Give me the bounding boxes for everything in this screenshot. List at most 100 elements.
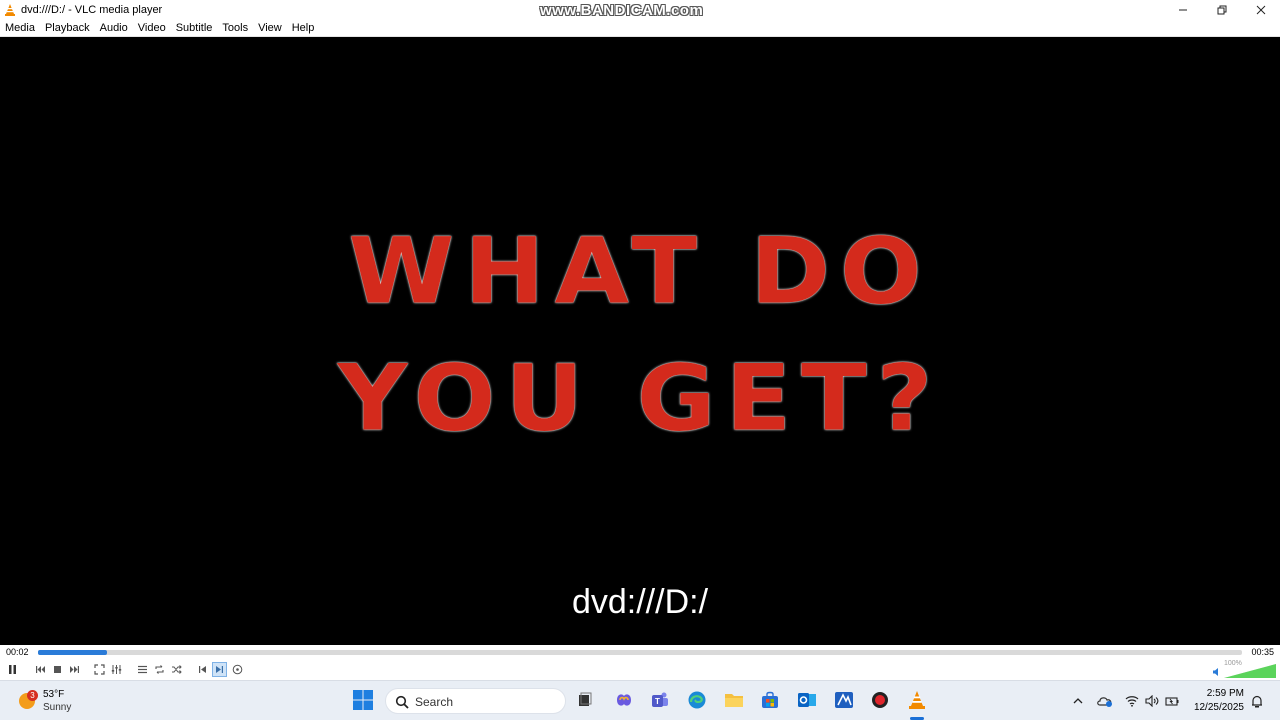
wifi-icon bbox=[1125, 696, 1139, 707]
menu-video[interactable]: Video bbox=[133, 19, 171, 37]
teams-app[interactable]: T bbox=[649, 689, 671, 711]
task-view-icon bbox=[579, 692, 592, 706]
outlook-app[interactable] bbox=[796, 689, 818, 711]
disc-menu-icon bbox=[232, 664, 243, 675]
restore-icon bbox=[1217, 5, 1226, 14]
weather-condition: Sunny bbox=[43, 702, 72, 713]
menu-view[interactable]: View bbox=[253, 19, 287, 37]
show-hidden-icons-button[interactable] bbox=[1070, 693, 1086, 709]
pause-button[interactable] bbox=[5, 662, 20, 677]
equalizer-icon bbox=[111, 665, 122, 674]
bandicam-app[interactable] bbox=[869, 689, 891, 711]
shuffle-button[interactable] bbox=[169, 662, 184, 677]
taskbar-search[interactable]: Search bbox=[385, 688, 566, 714]
video-frame-text-line1: WHAT DO bbox=[348, 217, 932, 325]
menu-media[interactable]: Media bbox=[0, 19, 40, 37]
fullscreen-button[interactable] bbox=[92, 662, 107, 677]
video-frame-text-line2: YOU GET? bbox=[337, 344, 943, 452]
folder-icon bbox=[725, 694, 743, 707]
seek-slider-fill bbox=[38, 650, 107, 655]
loop-icon bbox=[155, 665, 164, 674]
record-icon bbox=[872, 692, 888, 708]
stop-button[interactable] bbox=[50, 662, 65, 677]
previous-button[interactable] bbox=[33, 662, 48, 677]
menu-bar: Media Playback Audio Video Subtitle Tool… bbox=[0, 19, 1280, 37]
seek-slider[interactable] bbox=[38, 650, 1242, 655]
edge-browser-app[interactable] bbox=[686, 689, 708, 711]
menu-tools[interactable]: Tools bbox=[217, 19, 253, 37]
menu-help[interactable]: Help bbox=[287, 19, 320, 37]
volume-slider-fill bbox=[1224, 664, 1276, 678]
vlc-cone-icon bbox=[909, 691, 925, 709]
volume-control[interactable]: 100% bbox=[1212, 660, 1276, 678]
store-icon bbox=[762, 691, 778, 708]
task-view-button[interactable] bbox=[574, 689, 596, 711]
windows-logo-icon bbox=[353, 690, 373, 710]
volume-slider[interactable] bbox=[1224, 664, 1276, 678]
search-placeholder: Search bbox=[415, 695, 454, 709]
microsoft-store-app[interactable] bbox=[759, 689, 781, 711]
cloud-icon bbox=[1097, 697, 1112, 707]
previous-icon bbox=[36, 666, 45, 673]
playlist-button[interactable] bbox=[135, 662, 150, 677]
loop-button[interactable] bbox=[152, 662, 167, 677]
restore-button[interactable] bbox=[1202, 0, 1241, 19]
system-clock[interactable]: 2:59 PM 12/25/2025 bbox=[1180, 687, 1244, 715]
menu-playback[interactable]: Playback bbox=[40, 19, 95, 37]
notifications-button[interactable] bbox=[1249, 693, 1265, 709]
volume-tray-button[interactable] bbox=[1144, 693, 1160, 709]
svg-text:T: T bbox=[655, 697, 660, 706]
copilot-icon bbox=[617, 694, 631, 706]
next-chapter-button[interactable] bbox=[212, 662, 227, 677]
notification-bell-icon bbox=[1252, 695, 1262, 707]
minimize-button[interactable] bbox=[1163, 0, 1202, 19]
vlc-app[interactable] bbox=[906, 689, 928, 711]
playback-controls: 100% bbox=[0, 659, 1280, 680]
vlc-cone-icon bbox=[5, 3, 15, 16]
next-icon bbox=[70, 666, 79, 673]
weather-temperature: 53°F bbox=[43, 689, 65, 700]
close-button[interactable] bbox=[1241, 0, 1280, 19]
battery-plug-icon bbox=[1165, 697, 1179, 706]
minimize-icon bbox=[1178, 9, 1187, 10]
edge-icon bbox=[688, 691, 706, 709]
chevron-up-icon bbox=[1073, 698, 1083, 704]
bandicam-watermark: www.BANDICAM.com bbox=[540, 2, 704, 19]
search-icon bbox=[395, 695, 409, 709]
app-blue-icon bbox=[835, 692, 853, 708]
title-bar: dvd:///D:/ - VLC media player www.BANDIC… bbox=[0, 0, 1280, 19]
pause-icon bbox=[9, 665, 16, 674]
elapsed-time: 00:02 bbox=[6, 647, 29, 657]
window-title: dvd:///D:/ - VLC media player bbox=[21, 3, 163, 16]
stop-icon bbox=[54, 666, 61, 673]
battery-tray-button[interactable] bbox=[1164, 693, 1180, 709]
menu-subtitle[interactable]: Subtitle bbox=[171, 19, 218, 37]
file-explorer-app[interactable] bbox=[723, 689, 745, 711]
outlook-icon bbox=[798, 693, 816, 707]
previous-chapter-button[interactable] bbox=[195, 662, 210, 677]
next-button[interactable] bbox=[67, 662, 82, 677]
close-icon bbox=[1256, 5, 1265, 14]
start-button[interactable] bbox=[352, 689, 374, 711]
video-area[interactable]: WHAT DO YOU GET? dvd:///D:/ bbox=[0, 37, 1280, 645]
clock-date: 12/25/2025 bbox=[1193, 702, 1244, 713]
onedrive-tray-button[interactable] bbox=[1097, 693, 1113, 709]
menu-audio[interactable]: Audio bbox=[95, 19, 133, 37]
teams-icon: T bbox=[652, 692, 668, 707]
clock-time: 2:59 PM bbox=[1206, 688, 1244, 699]
shuffle-icon bbox=[172, 665, 182, 674]
next-chapter-icon bbox=[216, 666, 223, 673]
wifi-tray-button[interactable] bbox=[1124, 693, 1140, 709]
previous-chapter-icon bbox=[199, 666, 206, 673]
pinned-app[interactable] bbox=[833, 689, 855, 711]
seek-row: 00:02 00:35 bbox=[0, 645, 1280, 659]
total-time[interactable]: 00:35 bbox=[1251, 647, 1274, 657]
speaker-icon bbox=[1213, 668, 1218, 676]
disc-menu-button[interactable] bbox=[230, 662, 245, 677]
weather-widget[interactable]: 3 53°F Sunny bbox=[16, 687, 96, 715]
extended-settings-button[interactable] bbox=[109, 662, 124, 677]
copilot-app[interactable] bbox=[613, 689, 635, 711]
playlist-icon bbox=[138, 665, 147, 674]
fullscreen-icon bbox=[94, 664, 105, 675]
weather-notification-badge: 3 bbox=[27, 690, 38, 701]
